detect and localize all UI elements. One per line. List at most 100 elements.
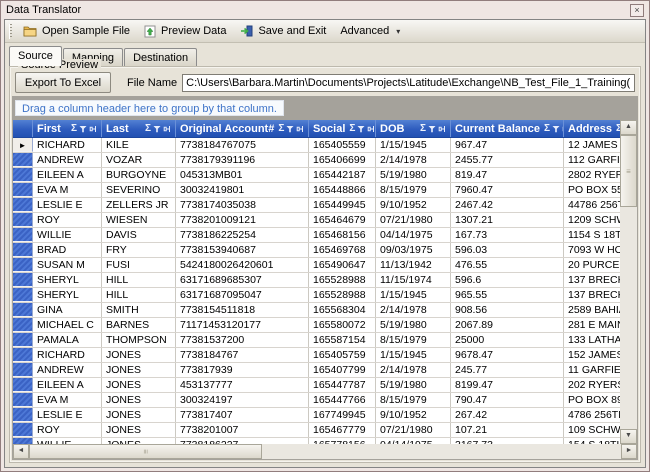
tab-destination[interactable]: Destination [124,48,197,66]
grid-cell[interactable]: 109 SCHWEITZ [564,423,620,437]
grid-cell[interactable]: SMITH [102,303,176,317]
grid-cell[interactable]: 9/10/1952 [376,198,451,212]
grid-cell[interactable]: 11 GARFIELD A [564,363,620,377]
grid-cell[interactable]: FUSI [102,258,176,272]
grid-cell[interactable]: 133 LATHAM S [564,333,620,347]
grid-cell[interactable]: 12 JAMES ROA [564,138,620,152]
grid-cell[interactable]: 112 GARFIELD [564,153,620,167]
grid-cell[interactable]: 1154 S 18TH ST [564,228,620,242]
pin-icon[interactable] [89,125,97,133]
grid-cell[interactable]: ANDREW [33,153,102,167]
grid-cell[interactable]: 7738201009121 [176,213,309,227]
grid-cell[interactable]: LESLIE E [33,198,102,212]
filter-icon[interactable] [428,125,436,133]
grid-cell[interactable]: 7738186225254 [176,228,309,242]
grid-cell[interactable]: 165405559 [309,138,376,152]
grid-cell[interactable]: 045313MB01 [176,168,309,182]
grid-cell[interactable]: 8/15/1979 [376,333,451,347]
grid-cell[interactable]: 04/14/1975 [376,228,451,242]
grid-cell[interactable]: WILLIE [33,228,102,242]
grid-cell[interactable]: 1307.21 [451,213,564,227]
grid-cell[interactable]: 7738179391196 [176,153,309,167]
row-indicator[interactable] [13,408,33,422]
grid-cell[interactable]: 5424180026420601 [176,258,309,272]
row-indicator[interactable] [13,303,33,317]
grid-cell[interactable]: 5/19/1980 [376,378,451,392]
advanced-menu-button[interactable]: Advanced ▾ [333,23,407,39]
grid-cell[interactable]: JONES [102,408,176,422]
column-header-first[interactable]: FirstΣ [33,120,102,137]
grid-cell[interactable]: SUSAN M [33,258,102,272]
grid-cell[interactable]: 8/15/1979 [376,183,451,197]
grid-cell[interactable]: 167.73 [451,228,564,242]
grid-cell[interactable]: 165580072 [309,318,376,332]
grid-cell[interactable]: 63171687095047 [176,288,309,302]
table-row[interactable]: SHERYLHILL6317168968530716552898811/15/1… [13,273,620,288]
grid-cell[interactable]: JONES [102,378,176,392]
grid-cell[interactable]: 1/15/1945 [376,348,451,362]
grid-cell[interactable]: HILL [102,288,176,302]
grid-cell[interactable]: SHERYL [33,273,102,287]
grid-cell[interactable]: 1/15/1945 [376,288,451,302]
table-row[interactable]: MICHAEL CBARNES711714531201771655800725/… [13,318,620,333]
save-and-exit-button[interactable]: Save and Exit [233,23,333,39]
table-row[interactable]: GINASMITH77381545118181655683042/14/1978… [13,303,620,318]
row-indicator[interactable] [13,378,33,392]
grid-cell[interactable]: 773817407 [176,408,309,422]
scroll-down-button[interactable]: ▼ [620,429,637,444]
grid-cell[interactable]: 07/21/1980 [376,213,451,227]
preview-data-button[interactable]: Preview Data [137,23,233,40]
grid-cell[interactable]: 71171453120177 [176,318,309,332]
row-indicator[interactable] [13,348,33,362]
row-indicator[interactable] [13,333,33,347]
table-row[interactable]: WILLIEDAVIS773818622525416546815604/14/1… [13,228,620,243]
table-row[interactable]: ROYWIESEN773820100912116546467907/21/198… [13,213,620,228]
pin-icon[interactable] [163,125,171,133]
grid-cell[interactable]: SEVERINO [102,183,176,197]
grid-cell[interactable]: 819.47 [451,168,564,182]
column-header-social[interactable]: SocialΣ [309,120,376,137]
grid-cell[interactable]: 165467779 [309,423,376,437]
grid-cell[interactable]: PAMALA [33,333,102,347]
row-indicator[interactable] [13,393,33,407]
grid-cell[interactable]: 165468156 [309,228,376,242]
grid-cell[interactable]: 165449945 [309,198,376,212]
sum-icon[interactable]: Σ [544,124,550,134]
tab-source[interactable]: Source [9,46,62,66]
grid-cell[interactable]: 30032419801 [176,183,309,197]
grid-cell[interactable]: 8/15/1979 [376,393,451,407]
grid-cell[interactable]: SHERYL [33,288,102,302]
grid-cell[interactable]: 2467.42 [451,198,564,212]
grid-cell[interactable]: 2589 BAHIA VI [564,303,620,317]
table-row[interactable]: SUSAN MFUSI542418002642060116549064711/1… [13,258,620,273]
grid-cell[interactable]: 7738153940687 [176,243,309,257]
grid-cell[interactable]: 44786 256TH S [564,198,620,212]
grid-cell[interactable]: 2067.89 [451,318,564,332]
horizontal-scrollbar[interactable]: ◄ ≡ ► [13,444,637,459]
grid-cell[interactable]: LESLIE E [33,408,102,422]
sum-icon[interactable]: Σ [71,124,77,134]
grid-cell[interactable]: 2/14/1978 [376,153,451,167]
grid-cell[interactable]: KILE [102,138,176,152]
grid-cell[interactable]: 2802 RYERSON [564,168,620,182]
file-name-input[interactable] [182,74,635,92]
grid-cell[interactable]: 245.77 [451,363,564,377]
grid-cell[interactable]: 2/14/1978 [376,303,451,317]
grid-cell[interactable]: 7960.47 [451,183,564,197]
grid-cell[interactable]: 967.47 [451,138,564,152]
grid-cell[interactable]: 2/14/1978 [376,363,451,377]
grid-cell[interactable]: 152 JAMES RO [564,348,620,362]
pin-icon[interactable] [438,125,446,133]
column-header-dob[interactable]: DOBΣ [376,120,451,137]
grid-cell[interactable]: 20 PURCELL DR [564,258,620,272]
grid-cell[interactable]: 5/19/1980 [376,168,451,182]
table-row[interactable]: LESLIE EZELLERS JR7738174035038165449945… [13,198,620,213]
export-to-excel-button[interactable]: Export To Excel [15,72,111,93]
grid-cell[interactable]: RICHARD [33,348,102,362]
table-row[interactable]: RICHARDJONES77381847671654057591/15/1945… [13,348,620,363]
grid-cell[interactable]: 300324197 [176,393,309,407]
grid-cell[interactable]: EILEEN A [33,378,102,392]
grid-cell[interactable]: 165447766 [309,393,376,407]
filter-icon[interactable] [552,125,560,133]
grid-cell[interactable]: 453137777 [176,378,309,392]
